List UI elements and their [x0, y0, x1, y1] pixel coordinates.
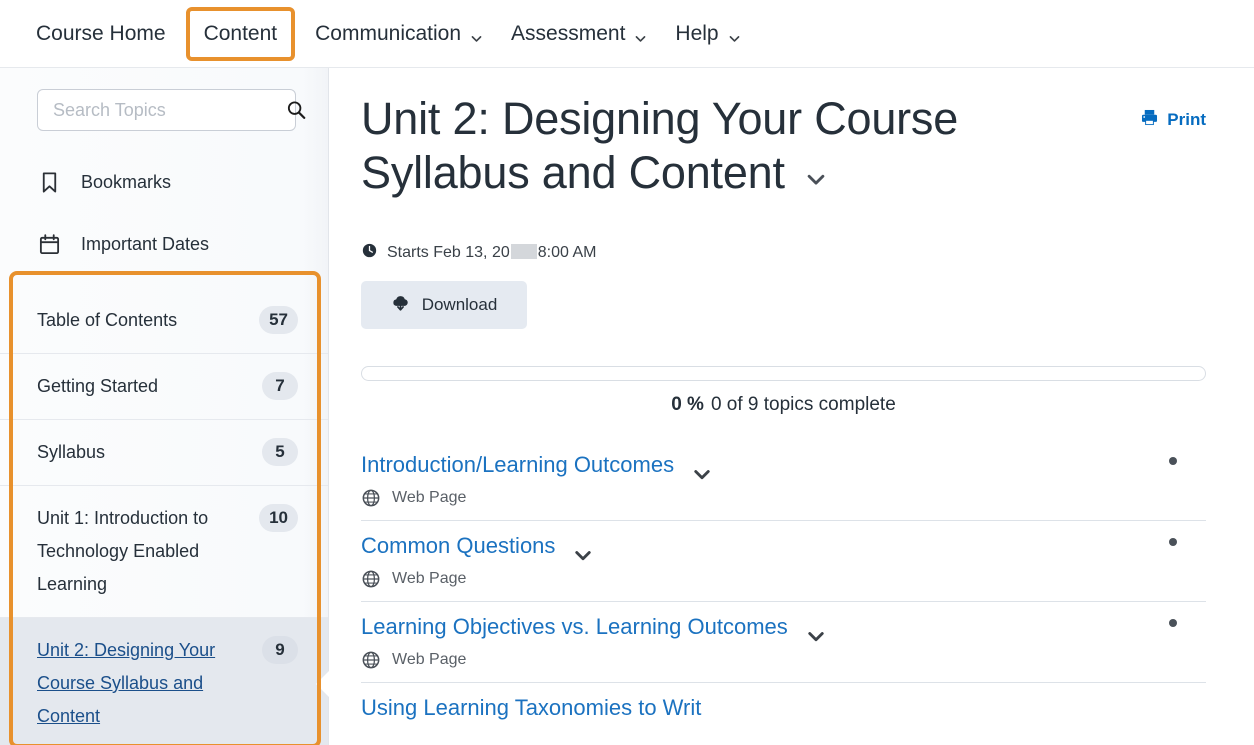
nav-item-content[interactable]: Content	[185, 6, 296, 61]
topic-type: Web Page	[361, 488, 1206, 508]
nav-item-communication[interactable]: Communication	[301, 0, 497, 68]
page-title: Unit 2: Designing Your Course Syllabus a…	[361, 92, 1001, 200]
start-time: 8:00 AM	[537, 244, 597, 261]
topic-title-link[interactable]: Introduction/Learning Outcomes	[361, 450, 674, 480]
topic-row: Common Questions Web Page	[361, 521, 1206, 602]
sidebar-item-important-dates[interactable]: Important Dates	[0, 222, 328, 266]
toc-item-label: Table of Contents	[37, 310, 178, 330]
calendar-icon	[37, 232, 62, 257]
chevron-down-icon	[634, 27, 647, 42]
topic-type-label: Web Page	[392, 651, 467, 668]
start-date-prefix: Starts Feb 13, 20	[387, 244, 510, 261]
topic-header: Introduction/Learning Outcomes	[361, 450, 1206, 480]
more-options-dot-icon[interactable]	[1169, 457, 1177, 465]
sidebar-item-label: Important Dates	[81, 233, 210, 254]
globe-icon	[361, 650, 381, 670]
printer-icon	[1140, 108, 1159, 132]
page-body: Bookmarks Important Dates Table of Conte…	[0, 68, 1254, 745]
nav-item-label: Assessment	[511, 21, 626, 45]
nav-item-course-home[interactable]: Course Home	[36, 0, 180, 68]
nav-item-assessment[interactable]: Assessment	[497, 0, 661, 68]
start-date-row: Starts Feb 13, 20 8:00 AM	[361, 242, 1206, 264]
toc-item-count: 5	[262, 438, 298, 466]
topic-title-link[interactable]: Using Learning Taxonomies to Writ	[361, 693, 701, 723]
globe-icon	[361, 488, 381, 508]
progress-bar	[361, 366, 1206, 381]
download-button[interactable]: Download	[361, 281, 527, 329]
topic-type: Web Page	[361, 569, 1206, 589]
search-input[interactable]	[53, 99, 285, 121]
topic-type-label: Web Page	[392, 489, 467, 506]
progress-text: 0 % 0 of 9 topics complete	[361, 394, 1206, 416]
progress-section: 0 % 0 of 9 topics complete	[361, 366, 1206, 416]
topic-type: Web Page	[361, 650, 1206, 670]
topic-row: Using Learning Taxonomies to Writ	[361, 683, 1206, 735]
topic-type-label: Web Page	[392, 570, 467, 587]
page-title-text: Unit 2: Designing Your Course Syllabus a…	[361, 93, 959, 198]
main-content-area: Unit 2: Designing Your Course Syllabus a…	[329, 68, 1254, 745]
redacted-year-block	[510, 244, 537, 259]
nav-item-label: Content	[203, 21, 278, 45]
chevron-down-icon[interactable]	[806, 626, 826, 646]
toc-item-count: 9	[262, 636, 298, 664]
toc-item-label: Unit 2: Designing Your Course Syllabus a…	[37, 640, 216, 726]
toc-item-table-of-contents[interactable]: Table of Contents 57	[0, 288, 328, 354]
toc-item-label: Unit 1: Introduction to Technology Enabl…	[37, 508, 209, 594]
chevron-down-icon[interactable]	[573, 545, 593, 565]
sidebar-item-label: Bookmarks	[81, 171, 172, 192]
topic-title-link[interactable]: Common Questions	[361, 531, 555, 561]
topic-header: Common Questions	[361, 531, 1206, 561]
toc-item-syllabus[interactable]: Syllabus 5	[0, 420, 328, 486]
search-icon[interactable]	[285, 99, 307, 121]
more-options-dot-icon[interactable]	[1169, 619, 1177, 627]
toc-item-label: Getting Started	[37, 376, 159, 396]
title-row: Unit 2: Designing Your Course Syllabus a…	[361, 92, 1206, 200]
toc-item-label: Syllabus	[37, 442, 106, 462]
content-sidebar: Bookmarks Important Dates Table of Conte…	[0, 68, 329, 745]
topic-row: Learning Objectives vs. Learning Outcome…	[361, 602, 1206, 683]
start-date-text: Starts Feb 13, 20 8:00 AM	[387, 244, 596, 262]
nav-item-label: Course Home	[36, 21, 166, 45]
topic-header: Learning Objectives vs. Learning Outcome…	[361, 612, 1206, 642]
toc-item-unit-2[interactable]: Unit 2: Designing Your Course Syllabus a…	[0, 618, 328, 745]
topic-title-link[interactable]: Learning Objectives vs. Learning Outcome…	[361, 612, 788, 642]
chevron-down-icon[interactable]	[805, 148, 827, 185]
topic-header: Using Learning Taxonomies to Writ	[361, 693, 1206, 723]
toc-item-getting-started[interactable]: Getting Started 7	[0, 354, 328, 420]
nav-item-label: Help	[675, 21, 719, 45]
more-options-dot-icon[interactable]	[1169, 538, 1177, 546]
progress-percent: 0 %	[671, 394, 704, 415]
table-of-contents-list: Table of Contents 57 Getting Started 7 S…	[0, 288, 328, 745]
download-label: Download	[421, 295, 498, 314]
toc-item-unit-1[interactable]: Unit 1: Introduction to Technology Enabl…	[0, 486, 328, 618]
print-label: Print	[1167, 110, 1206, 129]
bookmark-icon	[37, 170, 62, 195]
chevron-down-icon[interactable]	[692, 464, 712, 484]
search-topics-box[interactable]	[37, 89, 306, 131]
chevron-down-icon	[470, 27, 483, 42]
progress-fraction: 0 of 9 topics complete	[710, 394, 896, 415]
toc-item-count: 10	[259, 504, 298, 532]
chevron-down-icon	[728, 27, 741, 42]
toc-item-count: 57	[259, 306, 298, 334]
topic-row: Introduction/Learning Outcomes Web Page	[361, 440, 1206, 521]
toc-item-count: 7	[262, 372, 298, 400]
topic-list: Introduction/Learning Outcomes Web Page …	[361, 440, 1206, 735]
top-navigation-bar: Course Home Content Communication Assess…	[0, 0, 1254, 68]
clock-icon	[361, 242, 378, 264]
nav-item-label: Communication	[315, 21, 462, 45]
globe-icon	[361, 569, 381, 589]
nav-item-help[interactable]: Help	[661, 0, 754, 68]
print-button[interactable]: Print	[1140, 92, 1206, 132]
sidebar-item-bookmarks[interactable]: Bookmarks	[0, 160, 328, 204]
cloud-download-icon	[391, 293, 410, 317]
